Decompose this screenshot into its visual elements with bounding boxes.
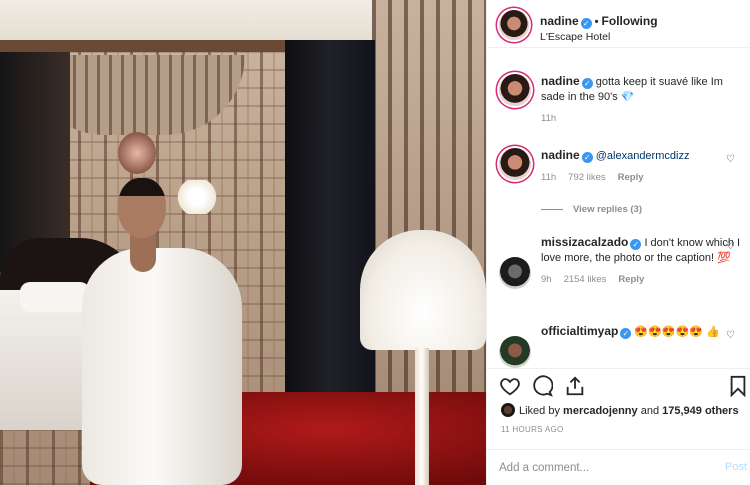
caption-username[interactable]: nadine — [541, 74, 580, 88]
comment-heart-icon[interactable]: ♡ — [726, 241, 735, 252]
author-avatar[interactable] — [499, 74, 531, 106]
comment-body: missizacalzado ✓ I don't know which I lov… — [541, 235, 745, 266]
verified-badge-icon: ✓ — [580, 18, 592, 29]
wallpaper-right — [372, 0, 486, 420]
comment-item: missizacalzado ✓ I don't know which I lov… — [499, 235, 745, 289]
caption-body: nadine ✓ gotta keep it suavé like Im sade… — [541, 74, 745, 105]
commenter-avatar[interactable] — [499, 148, 531, 180]
comment-heart-icon[interactable]: ♡ — [726, 330, 735, 341]
comment-username[interactable]: nadine — [541, 148, 580, 162]
comment-heart-icon[interactable]: ♡ — [726, 154, 735, 165]
wall-sconce — [176, 180, 218, 214]
verified-badge-icon: ✓ — [630, 239, 642, 250]
pillow — [20, 282, 90, 312]
wall-ornament — [118, 132, 156, 174]
comment-text: 😍😍😍😍😍 👍 — [634, 326, 720, 338]
comment-input[interactable] — [499, 458, 699, 478]
caption-time[interactable]: 11h — [541, 113, 556, 124]
comment-bubble-icon[interactable] — [531, 375, 553, 397]
comments-list[interactable]: nadine ✓ gotta keep it suavé like Im sade… — [487, 48, 750, 368]
cornice — [0, 40, 300, 52]
following-button[interactable]: Following — [602, 14, 658, 28]
commenter-avatar[interactable] — [499, 336, 531, 368]
liked-by: Liked by mercadojenny and 175,949 others — [501, 403, 739, 417]
comment-username[interactable]: officialtimyap — [541, 324, 618, 338]
comment-item: nadine ✓ @alexandermcdizz 11h 792 likes Rep… — [499, 148, 745, 183]
head — [118, 178, 166, 238]
liked-by-others[interactable]: 175,949 others — [662, 405, 738, 417]
comment-item: officialtimyap ✓ 😍😍😍😍😍 👍 ♡ — [499, 324, 745, 368]
separator-dot: • — [594, 16, 599, 28]
liked-by-joiner: and — [640, 405, 660, 417]
commenter-avatar[interactable] — [499, 257, 531, 289]
comment-meta: 11h 792 likes Reply — [541, 172, 745, 183]
caption: nadine ✓ gotta keep it suavé like Im sade… — [499, 74, 745, 124]
liked-by-prefix: Liked by — [519, 405, 560, 417]
comment-username[interactable]: missizacalzado — [541, 235, 628, 249]
post-actions: Liked by mercadojenny and 175,949 others… — [487, 368, 750, 438]
comment-likes[interactable]: 2154 likes — [564, 274, 607, 285]
add-comment-bar: Post — [487, 449, 750, 485]
post-header: nadine ✓ • Following L'Escape Hotel — [487, 0, 750, 48]
post-comment-button[interactable]: Post — [725, 461, 747, 473]
heart-icon[interactable] — [499, 375, 521, 397]
location-link[interactable]: L'Escape Hotel — [540, 31, 610, 43]
bookmark-icon[interactable] — [727, 375, 749, 397]
liker-avatar — [501, 403, 515, 417]
post-timestamp[interactable]: 11 HOURS AGO — [501, 425, 564, 434]
lampshade — [360, 230, 486, 350]
comment-body: officialtimyap ✓ 😍😍😍😍😍 👍 — [541, 324, 745, 340]
post-photo[interactable] — [0, 0, 486, 485]
share-icon[interactable] — [564, 375, 586, 397]
lamp-stand — [415, 348, 429, 485]
replies-line — [541, 208, 563, 210]
drape-right — [285, 40, 375, 420]
reply-button[interactable]: Reply — [618, 274, 644, 285]
comment-mention[interactable]: @alexandermcdizz — [596, 150, 690, 162]
neck — [130, 232, 156, 272]
liked-by-user[interactable]: mercadojenny — [563, 405, 638, 417]
comment-body: nadine ✓ @alexandermcdizz — [541, 148, 745, 164]
white-robe — [82, 248, 242, 485]
comment-meta: 9h 2154 likes Reply — [541, 274, 745, 285]
reply-button[interactable]: Reply — [618, 172, 644, 183]
author-username[interactable]: nadine — [540, 14, 579, 28]
view-replies-button[interactable]: View replies (3) — [541, 204, 642, 215]
author-line: nadine ✓ • Following — [540, 14, 658, 29]
post-side-panel: nadine ✓ • Following L'Escape Hotel nadine ✓… — [486, 0, 750, 485]
comment-likes[interactable]: 792 likes — [568, 172, 606, 183]
verified-badge-icon: ✓ — [620, 328, 632, 339]
verified-badge-icon: ✓ — [581, 78, 593, 89]
caption-meta: 11h — [541, 113, 745, 124]
comment-time[interactable]: 11h — [541, 172, 556, 183]
verified-badge-icon: ✓ — [581, 152, 593, 163]
view-replies-label: View replies (3) — [573, 204, 642, 215]
author-avatar[interactable] — [499, 10, 529, 40]
comment-time[interactable]: 9h — [541, 274, 552, 285]
